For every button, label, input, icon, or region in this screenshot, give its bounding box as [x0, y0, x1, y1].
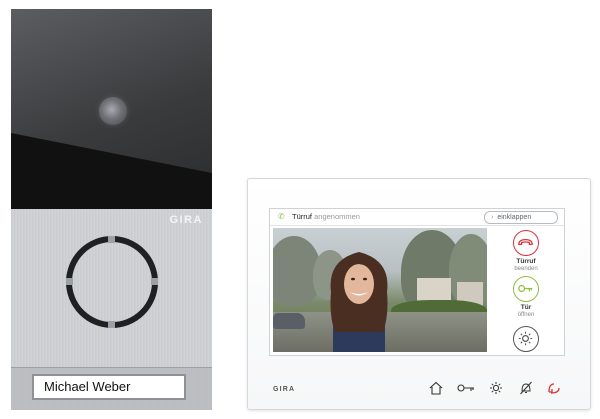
status-bar: ✆ Türruf angenommen › einklappen	[270, 209, 564, 226]
visitor	[330, 252, 388, 352]
key-icon	[513, 276, 539, 302]
name-label: Michael Weber	[32, 374, 186, 400]
indoor-station: ✆ Türruf angenommen › einklappen Türruf …	[247, 178, 591, 410]
ring-segment	[151, 278, 158, 285]
light-icon[interactable]	[488, 380, 504, 396]
touch-screen: ✆ Türruf angenommen › einklappen Türruf …	[269, 208, 565, 356]
door-station: GIRA Michael Weber	[11, 9, 212, 410]
brand-logo: GIRA	[169, 214, 203, 226]
call-button[interactable]	[66, 236, 158, 328]
camera-icon	[99, 97, 127, 125]
action-sublabel: öffnen	[517, 312, 535, 318]
phone-icon: ✆	[278, 212, 285, 221]
chevron-left-icon: ›	[491, 214, 494, 221]
status-title-light: angenommen	[314, 212, 360, 221]
collapse-button[interactable]: › einklappen	[484, 211, 558, 224]
open-door-action[interactable]: Tür öffnen	[490, 276, 562, 319]
mute-icon[interactable]	[518, 380, 534, 396]
ring-segment	[66, 278, 73, 285]
status-title-strong: Türruf	[292, 212, 313, 221]
key-icon[interactable]	[456, 380, 476, 396]
video-feed[interactable]	[273, 228, 487, 352]
light-icon	[513, 326, 539, 352]
end-call-action[interactable]: Türruf beenden	[490, 230, 562, 273]
action-label: Tür	[520, 304, 532, 311]
action-sublabel: beenden	[514, 266, 538, 272]
car	[273, 313, 305, 329]
collapse-label: einklappen	[497, 214, 532, 221]
hang-up-icon[interactable]	[546, 380, 562, 396]
bottom-toolbar	[428, 380, 568, 396]
call-actions: Türruf beenden Tür öffnen	[490, 228, 562, 352]
name-plate: Michael Weber	[11, 367, 212, 410]
home-icon[interactable]	[428, 380, 444, 396]
ring-segment	[108, 236, 115, 243]
ring-segment	[108, 321, 115, 328]
call-status: Türruf angenommen	[292, 209, 360, 225]
brand-logo: GIRA	[273, 386, 296, 393]
action-label: Türruf	[516, 258, 536, 265]
hang-up-icon	[513, 230, 539, 256]
door-glass-panel	[11, 9, 212, 209]
light-action[interactable]	[490, 326, 562, 352]
